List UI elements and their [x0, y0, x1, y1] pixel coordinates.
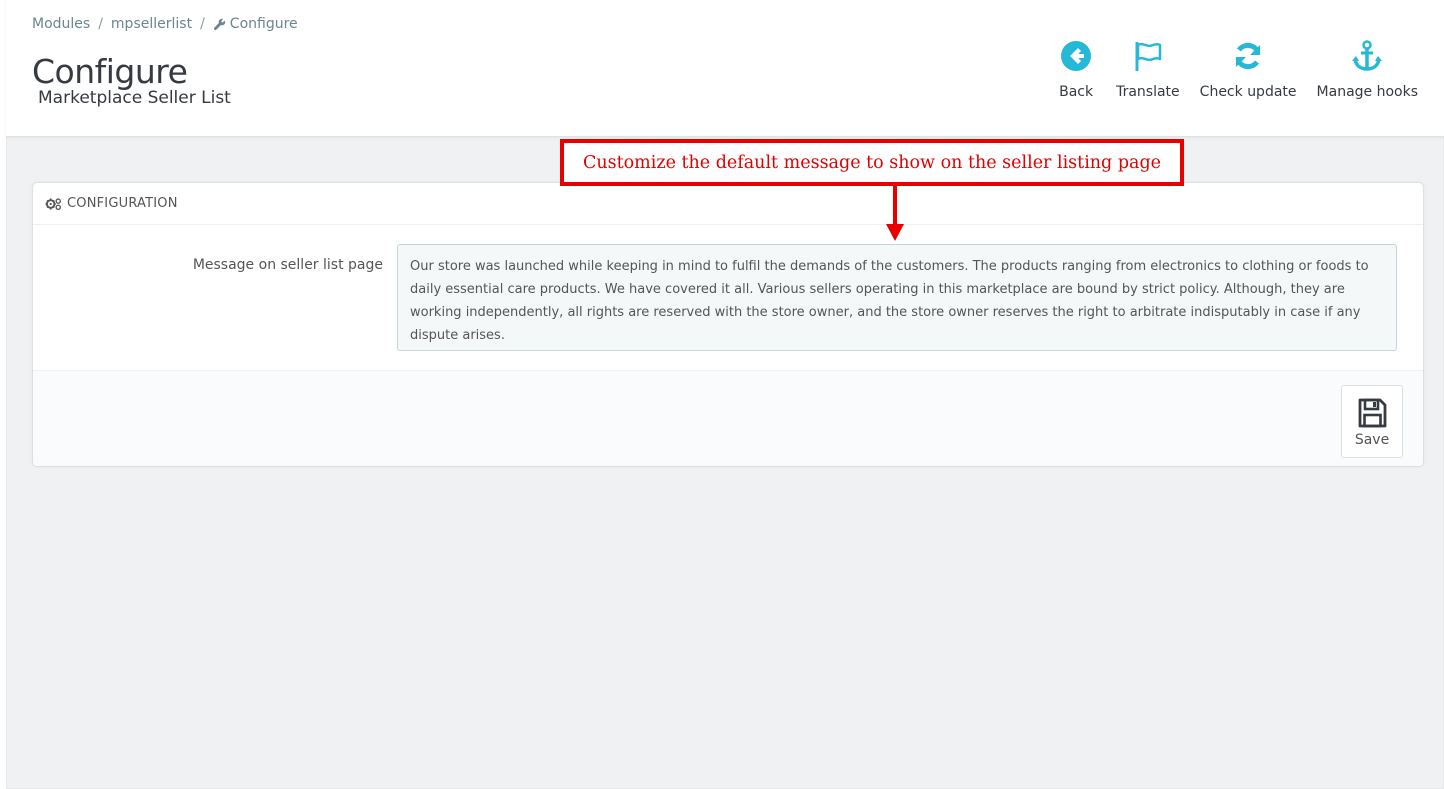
page-title: Configure: [32, 52, 188, 91]
breadcrumb-separator: /: [98, 16, 103, 32]
panel-heading-label: CONFIGURATION: [67, 196, 178, 211]
breadcrumb-separator: /: [200, 16, 205, 32]
refresh-icon: [1228, 36, 1268, 76]
manage-hooks-button[interactable]: Manage hooks: [1307, 36, 1428, 100]
back-button[interactable]: Back: [1046, 36, 1106, 100]
cogs-icon: [45, 197, 61, 210]
wrench-icon: [213, 18, 225, 30]
seller-list-message-textarea[interactable]: Our store was launched while keeping in …: [397, 244, 1397, 351]
annotation-arrow-icon: [886, 186, 904, 241]
check-update-label: Check update: [1199, 84, 1297, 100]
arrow-circle-left-icon: [1056, 36, 1096, 76]
breadcrumb-item-configure: Configure: [213, 16, 298, 32]
panel-heading: CONFIGURATION: [33, 183, 1423, 225]
message-field-label: Message on seller list page: [192, 257, 383, 273]
breadcrumb: Modules / mpsellerlist / Configure: [32, 16, 298, 32]
annotation-callout: Customize the default message to show on…: [560, 139, 1184, 186]
breadcrumb-item-modules[interactable]: Modules: [32, 16, 90, 32]
save-label: Save: [1354, 431, 1390, 448]
back-label: Back: [1059, 84, 1094, 100]
breadcrumb-item-mpsellerlist[interactable]: mpsellerlist: [111, 16, 192, 32]
configuration-panel: CONFIGURATION Message on seller list pag…: [32, 182, 1424, 467]
page-subtitle: Marketplace Seller List: [38, 88, 231, 108]
anchor-icon: [1347, 36, 1387, 76]
flag-icon: [1128, 36, 1168, 76]
translate-button[interactable]: Translate: [1106, 36, 1190, 100]
toolbar: Back Translate Check update Manage hooks: [1046, 36, 1428, 100]
check-update-button[interactable]: Check update: [1190, 36, 1307, 100]
breadcrumb-current-label: Configure: [229, 16, 298, 32]
page-header: Modules / mpsellerlist / Configure Confi…: [6, 0, 1444, 137]
save-button[interactable]: Save: [1341, 385, 1403, 458]
floppy-disk-icon: [1358, 398, 1387, 427]
translate-label: Translate: [1116, 84, 1180, 100]
manage-hooks-label: Manage hooks: [1316, 84, 1418, 100]
panel-footer: Save: [33, 370, 1423, 466]
